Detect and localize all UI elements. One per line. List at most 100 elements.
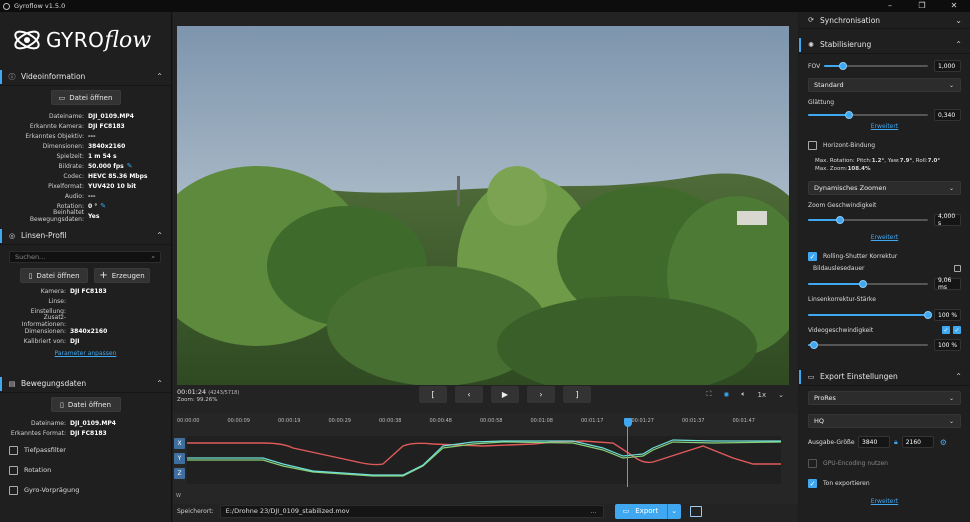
rolling-shutter-checkbox[interactable]: ✓ xyxy=(808,252,817,261)
output-size-label: Ausgabe-Größe xyxy=(808,438,855,446)
export-audio-checkbox[interactable]: ✓ xyxy=(808,479,817,488)
set-in-point-button[interactable]: [ xyxy=(419,386,447,403)
info-key: Beinhaltet Bewegungsdaten: xyxy=(29,209,84,223)
info-row: Erkanntes Format: DJI FC8183 xyxy=(0,428,171,438)
info-row: Codec: HEVC 85.36 Mbps xyxy=(0,171,171,181)
video-speed-value[interactable]: 100 % xyxy=(934,339,961,351)
set-out-point-button[interactable]: ] xyxy=(563,386,591,403)
video-speed-checkbox-2[interactable]: ✓ xyxy=(953,326,961,334)
smoothing-value[interactable]: 0,340 xyxy=(934,109,961,121)
video-open-button[interactable]: ▭ Datei öffnen xyxy=(50,90,121,105)
section-export[interactable]: ▭ Export Einstellungen ⌃ xyxy=(799,368,970,386)
info-row: Dateiname: DJI_0109.MP4 xyxy=(0,111,171,121)
timeline-tick: 00:00:09 xyxy=(227,418,250,424)
profile-select[interactable]: HQ ⌄ xyxy=(808,414,961,428)
maximize-button[interactable]: ❐ xyxy=(906,0,938,12)
checkbox[interactable] xyxy=(9,485,18,495)
minimize-button[interactable]: – xyxy=(874,0,906,12)
browse-button[interactable]: ... xyxy=(590,507,596,515)
export-dropdown-icon[interactable]: ⌄ xyxy=(666,503,681,519)
video-preview[interactable] xyxy=(177,26,789,385)
export-advanced-link[interactable]: Erweitert xyxy=(871,498,898,505)
smoothing-method-select[interactable]: Standard ⌄ xyxy=(808,78,961,92)
section-sync[interactable]: ⟳ Synchronisation ⌄ xyxy=(799,12,970,29)
axis-toggle-x[interactable]: X xyxy=(174,438,185,449)
axis-toggle-y[interactable]: Y xyxy=(174,453,185,464)
motion-option-1[interactable]: Rotation xyxy=(0,460,171,480)
edit-icon[interactable]: ✎ xyxy=(100,202,106,210)
section-stabilization[interactable]: ✺ Stabilisierung ⌃ xyxy=(799,36,970,54)
next-frame-button[interactable]: › xyxy=(527,386,555,403)
export-button[interactable]: ▭ Export ⌄ xyxy=(614,503,681,519)
lens-open-button[interactable]: ▯ Datei öffnen xyxy=(20,268,88,283)
chevron-up-icon: ⌃ xyxy=(955,372,962,381)
playhead[interactable] xyxy=(623,418,632,488)
logo: GYRO flow xyxy=(0,12,171,68)
smoothing-advanced-link[interactable]: Erweitert xyxy=(871,123,898,130)
motion-open-button[interactable]: ▯ Datei öffnen xyxy=(50,397,121,412)
render-queue-icon[interactable] xyxy=(689,505,702,517)
lens-strength-value[interactable]: 100 % xyxy=(934,309,961,321)
adjust-params-link[interactable]: Parameter anpassen xyxy=(0,350,171,357)
fov-value[interactable]: 1,000 xyxy=(934,60,961,72)
gpu-encoding-checkbox[interactable] xyxy=(808,459,817,468)
output-height-input[interactable]: 2160 xyxy=(901,436,934,448)
play-button[interactable]: ▶ xyxy=(491,386,519,403)
frame-readout-checkbox[interactable] xyxy=(954,265,961,272)
horizon-lock-checkbox[interactable] xyxy=(808,141,817,150)
zoom-advanced-link[interactable]: Erweitert xyxy=(871,234,898,241)
video-icon: ▭ xyxy=(58,93,66,102)
chevron-up-icon: ⌃ xyxy=(156,379,163,388)
gear-icon[interactable]: ⚙ xyxy=(940,438,947,447)
section-title: Bewegungsdaten xyxy=(21,379,87,388)
info-value: --- xyxy=(88,132,96,140)
checkbox[interactable] xyxy=(9,445,18,455)
timeline-tick: 00:01:08 xyxy=(530,418,553,424)
zoom-speed-slider[interactable] xyxy=(808,216,928,224)
prev-frame-button[interactable]: ‹ xyxy=(455,386,483,403)
section-motion[interactable]: ▤ Bewegungsdaten ⌃ xyxy=(0,375,171,393)
lock-icon[interactable]: 🔒︎ xyxy=(894,438,898,447)
search-icon: ⌕ xyxy=(151,252,155,261)
checkbox[interactable] xyxy=(9,465,18,475)
frame-readout-value[interactable]: 9,06 ms xyxy=(934,277,961,291)
axis-toggle-z[interactable]: Z xyxy=(174,468,185,479)
dynamic-zoom-select[interactable]: Dynamisches Zoomen ⌄ xyxy=(808,181,961,195)
lens-create-button[interactable]: + Erzeugen xyxy=(94,268,150,283)
close-button[interactable]: ✕ xyxy=(938,0,970,12)
chevron-down-icon: ⌄ xyxy=(948,394,954,402)
section-lens[interactable]: ◎ Linsen-Profil ⌃ xyxy=(0,227,171,245)
motion-option-2[interactable]: Gyro-Vorprägung xyxy=(0,480,171,500)
gyro-graph[interactable] xyxy=(173,436,798,484)
stabilize-toggle-icon[interactable]: ✺ xyxy=(723,391,729,399)
export-audio-label: Ton exportieren xyxy=(823,480,870,487)
video-speed-checkbox-1[interactable]: ✓ xyxy=(942,326,950,334)
motion-option-0[interactable]: Tiefpassfilter xyxy=(0,440,171,460)
lens-search-input[interactable]: Suchen... ⌕ xyxy=(9,251,161,263)
output-width-input[interactable]: 3840 xyxy=(858,436,890,448)
codec-select[interactable]: ProRes ⌄ xyxy=(808,391,961,405)
max-rotation-text: Max. Rotation: Pitch: 1.2°, Yaw: 7.9°, R… xyxy=(815,158,941,164)
fov-slider[interactable] xyxy=(824,62,928,70)
fov-label: FOV xyxy=(808,62,821,70)
chevron-down-icon[interactable]: ⌄ xyxy=(778,391,784,399)
timeline[interactable]: 00:00:00 00:00:09 00:00:19 00:00:29 00:00:38… xyxy=(173,414,798,504)
info-row: Zusatz-Informationen: xyxy=(0,314,171,328)
section-video-info[interactable]: ⓘ Videoinformation ⌃ xyxy=(0,68,171,86)
zoom-speed-value[interactable]: 4,000 s xyxy=(934,213,961,227)
speed-select[interactable]: 1x xyxy=(758,391,767,399)
video-speed-slider[interactable] xyxy=(808,341,928,349)
gpu-encoding-label: GPU-Encoding nutzen xyxy=(823,460,888,467)
chevron-up-icon: ⌃ xyxy=(955,40,962,49)
info-key: Dimensionen: xyxy=(24,327,66,335)
smoothing-slider[interactable] xyxy=(808,111,928,119)
lens-strength-slider[interactable] xyxy=(808,311,932,319)
max-zoom-text: Max. Zoom: 108.4% xyxy=(815,166,871,172)
section-title: Videoinformation xyxy=(21,72,86,81)
volume-icon[interactable]: 🔈︎ xyxy=(741,390,745,399)
edit-icon[interactable]: ✎ xyxy=(127,162,133,170)
info-row: Audio: --- xyxy=(0,191,171,201)
output-path-input[interactable]: E:/Drohne 23/DJI_0109_stabilized.mov ... xyxy=(219,504,604,518)
fit-icon[interactable]: ⛶ xyxy=(707,390,712,399)
frame-readout-slider[interactable] xyxy=(808,280,928,288)
